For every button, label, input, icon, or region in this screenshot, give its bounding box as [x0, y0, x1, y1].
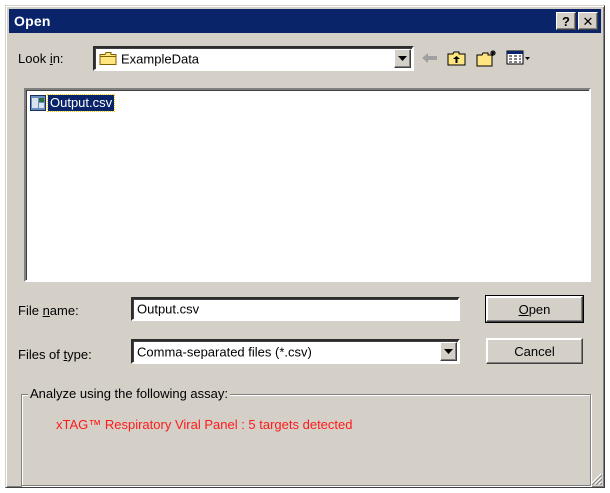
chevron-down-icon — [398, 56, 407, 61]
assay-group: Analyze using the following assay: xTAG™… — [21, 386, 591, 486]
file-type-dropdown[interactable]: Comma-separated files (*.csv) — [131, 339, 460, 364]
folder-icon — [99, 52, 117, 65]
file-name-input[interactable]: Output.csv — [131, 297, 460, 321]
title-buttons: ? ✕ — [556, 12, 598, 30]
cancel-button[interactable]: Cancel — [486, 338, 583, 364]
file-name-label: File name: — [18, 303, 79, 318]
csv-file-icon — [30, 95, 46, 111]
open-button[interactable]: Open — [485, 295, 584, 323]
chevron-down-icon — [444, 349, 453, 354]
open-dialog: Open ? ✕ Look in: ExampleData Output.csv… — [5, 5, 605, 488]
up-one-level-icon[interactable] — [446, 48, 468, 68]
dialog-title: Open — [14, 13, 51, 29]
assay-result-text: xTAG™ Respiratory Viral Panel : 5 target… — [56, 417, 353, 432]
assay-group-legend: Analyze using the following assay: — [28, 386, 231, 401]
look-in-label: Look in: — [18, 51, 64, 66]
file-name-label: Output.csv — [46, 94, 116, 112]
file-list[interactable]: Output.csv — [24, 88, 591, 282]
resize-grip-icon[interactable] — [590, 473, 602, 485]
file-type-dropdown-button[interactable] — [440, 342, 457, 361]
create-new-folder-icon[interactable] — [476, 48, 498, 68]
help-button[interactable]: ? — [556, 12, 576, 30]
file-type-label: Files of type: — [18, 347, 92, 362]
file-name-value: Output.csv — [137, 301, 200, 317]
file-type-value: Comma-separated files (*.csv) — [137, 344, 312, 359]
close-button[interactable]: ✕ — [578, 12, 598, 30]
look-in-value: ExampleData — [121, 51, 200, 66]
look-in-dropdown-button[interactable] — [394, 49, 411, 68]
list-item[interactable]: Output.csv — [30, 94, 116, 112]
back-arrow-icon[interactable] — [419, 48, 441, 68]
view-menu-icon[interactable] — [504, 48, 534, 68]
look-in-dropdown[interactable]: ExampleData — [93, 46, 414, 71]
title-bar[interactable]: Open ? ✕ — [9, 9, 601, 33]
